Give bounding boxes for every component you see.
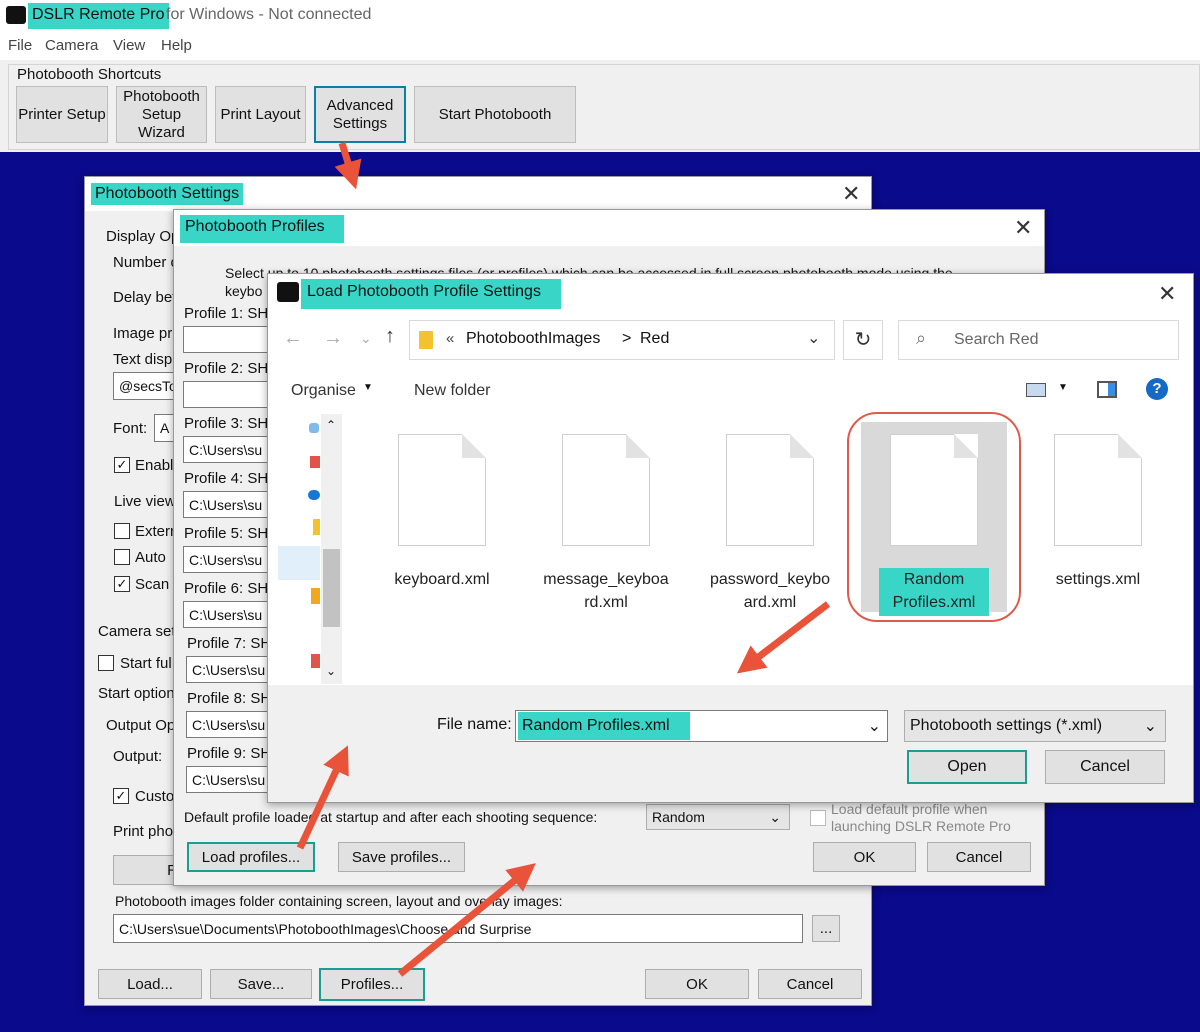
annotation-arrows: [296, 141, 831, 977]
arrow-to-file-dialog: [296, 745, 349, 850]
arrow-to-profiles-dialog: [397, 863, 536, 977]
arrow-to-file-name: [736, 601, 831, 674]
arrow-to-settings: [334, 141, 362, 190]
